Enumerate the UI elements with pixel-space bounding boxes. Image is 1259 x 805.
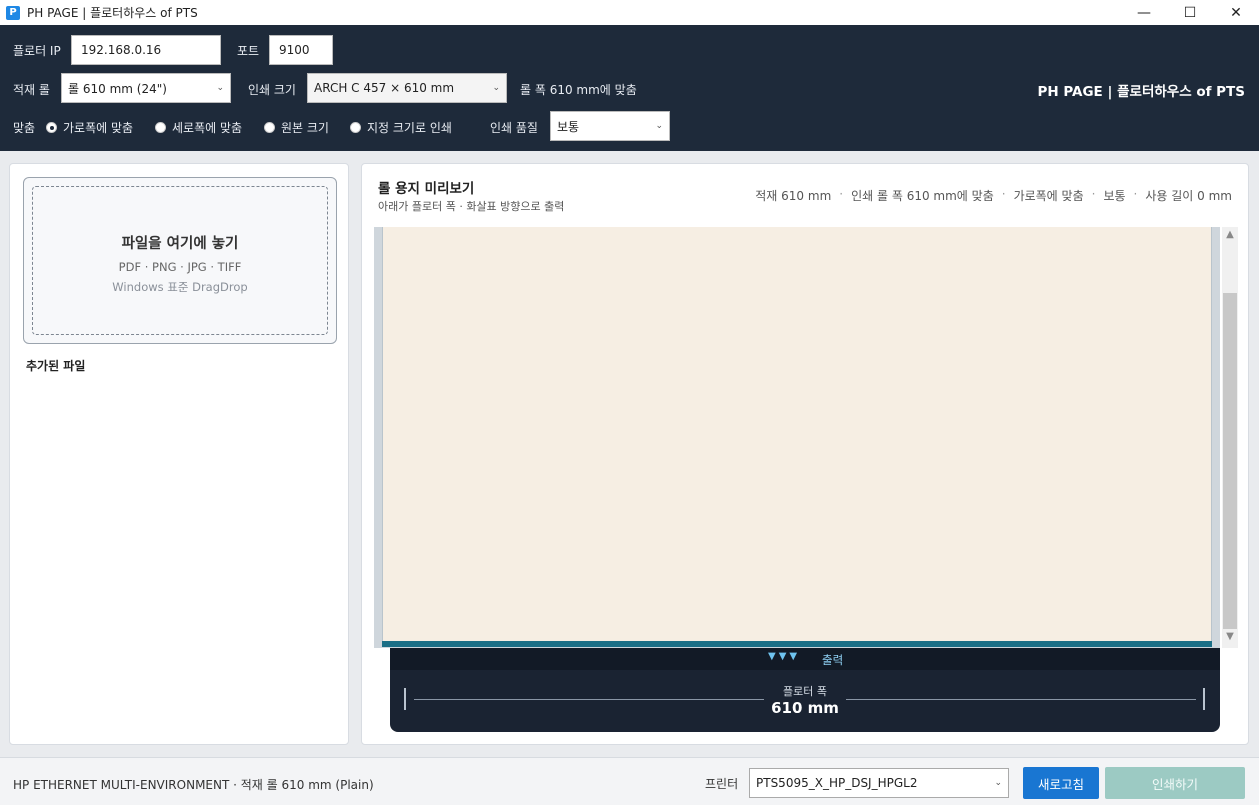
maximize-icon[interactable]: ☐ [1167,0,1213,25]
plotter-width-label: 플로터 폭 [783,685,827,698]
radio-custom-size[interactable]: 지정 크기로 인쇄 [350,119,452,136]
port-label: 포트 [237,44,260,58]
roll-select[interactable]: 롤 610 mm (24") ⌄ [61,73,231,103]
status-separator: · [839,187,844,201]
window-controls: — ☐ ✕ [1121,0,1259,25]
roll-label: 적재 롤 [13,83,50,97]
radio-icon [350,122,361,133]
app-icon: P [6,5,20,20]
chevron-down-icon: ⌄ [492,83,500,93]
plotter-ip-label: 플로터 IP [13,44,61,58]
print-size-select[interactable]: ARCH C 457 × 610 mm ⌄ [307,73,507,103]
status-quality: 보통 [1103,189,1126,203]
status-separator: · [1001,187,1006,201]
printer-select[interactable]: PTS5095_X_HP_DSJ_HPGL2 ⌄ [749,768,1009,798]
output-direction-strip: ▼▼▼ 출력 [390,648,1220,670]
drop-zone-formats: PDF · PNG · JPG · TIFF [118,260,242,274]
preview-scrollbar[interactable]: ▲ ▼ [1222,227,1238,648]
settings-header: 플로터 IP 192.168.0.16 포트 9100 적재 롤 롤 610 m… [0,25,1259,151]
quality-select-value: 보통 [557,119,580,134]
preview-title: 롤 용지 미리보기 [378,181,475,197]
chevron-down-icon: ⌄ [994,778,1002,788]
close-icon[interactable]: ✕ [1213,0,1259,25]
preview-canvas[interactable] [374,227,1220,648]
chevron-down-icon: ⌄ [216,83,224,93]
roll-select-value: 롤 610 mm (24") [68,81,167,96]
status-roll: 적재 610 mm [755,189,832,203]
bottom-bar: HP ETHERNET MULTI-ENVIRONMENT · 적재 롤 610… [0,757,1259,805]
drop-zone-title: 파일을 여기에 놓기 [121,236,239,252]
preview-subtitle: 아래가 플로터 폭 · 화살표 방향으로 출력 [378,200,565,213]
radio-icon [155,122,166,133]
output-label: 출력 [822,653,844,667]
quality-select[interactable]: 보통 ⌄ [550,111,670,141]
plotter-width-value: 610 mm [771,699,839,717]
radio-fit-width[interactable]: 가로폭에 맞춤 [46,119,133,136]
scroll-up-icon[interactable]: ▲ [1222,229,1238,243]
refresh-button[interactable]: 새로고침 [1023,767,1099,799]
print-button[interactable]: 인쇄하기 [1105,767,1245,799]
fit-note: 롤 폭 610 mm에 맞춤 [520,83,637,97]
printer-status: HP ETHERNET MULTI-ENVIRONMENT · 적재 롤 610… [13,778,374,792]
radio-icon [264,122,275,133]
scroll-down-icon[interactable]: ▼ [1222,631,1238,645]
printer-label: 프린터 [705,777,739,791]
status-used-length: 사용 길이 0 mm [1145,189,1232,203]
quality-label: 인쇄 품질 [490,121,538,135]
printer-select-value: PTS5095_X_HP_DSJ_HPGL2 [756,776,918,790]
port-input[interactable]: 9100 [269,35,333,65]
print-size-select-value: ARCH C 457 × 610 mm [314,81,455,95]
chevron-down-icon: ⌄ [655,121,663,131]
radio-label: 지정 크기로 인쇄 [367,121,452,135]
scroll-thumb[interactable] [1223,293,1237,629]
minimize-icon[interactable]: — [1121,0,1167,25]
output-arrow-icon: ▼▼▼ [768,651,801,662]
radio-label: 세로폭에 맞춤 [172,121,243,135]
radio-selected-icon [46,122,57,133]
status-fit: 가로폭에 맞춤 [1013,189,1084,203]
radio-label: 원본 크기 [281,121,329,135]
title-bar: P PH PAGE | 플로터하우스 of PTS — ☐ ✕ [0,0,1259,25]
window-title: PH PAGE | 플로터하우스 of PTS [27,6,198,20]
radio-label: 가로폭에 맞춤 [63,121,134,135]
drop-zone[interactable]: 파일을 여기에 놓기 PDF · PNG · JPG · TIFF Window… [23,177,337,344]
radio-original-size[interactable]: 원본 크기 [264,119,329,136]
preview-panel: 롤 용지 미리보기 아래가 플로터 폭 · 화살표 방향으로 출력 적재 610… [361,163,1249,745]
radio-fit-height[interactable]: 세로폭에 맞춤 [155,119,242,136]
file-panel: 파일을 여기에 놓기 PDF · PNG · JPG · TIFF Window… [9,163,349,745]
added-files-title: 추가된 파일 [26,359,86,373]
drop-zone-hint: Windows 표준 DragDrop [112,280,248,294]
drop-zone-border: 파일을 여기에 놓기 PDF · PNG · JPG · TIFF Window… [32,186,328,335]
status-separator: · [1091,187,1096,201]
plotter-output-bar: ▼▼▼ 출력 플로터 폭 610 mm [390,648,1220,732]
status-separator: · [1133,187,1138,201]
status-print: 인쇄 롤 폭 610 mm에 맞춤 [851,189,994,203]
preview-status: 적재 610 mm · 인쇄 롤 폭 610 mm에 맞춤 · 가로폭에 맞춤 … [755,187,1232,204]
plotter-ip-input[interactable]: 192.168.0.16 [71,35,221,65]
paper-output-edge [382,641,1212,647]
fit-label: 맞춤 [13,121,36,135]
roll-paper [382,227,1212,641]
print-size-label: 인쇄 크기 [248,83,296,97]
brand-title: PH PAGE | 플로터하우스 of PTS [1037,84,1245,100]
